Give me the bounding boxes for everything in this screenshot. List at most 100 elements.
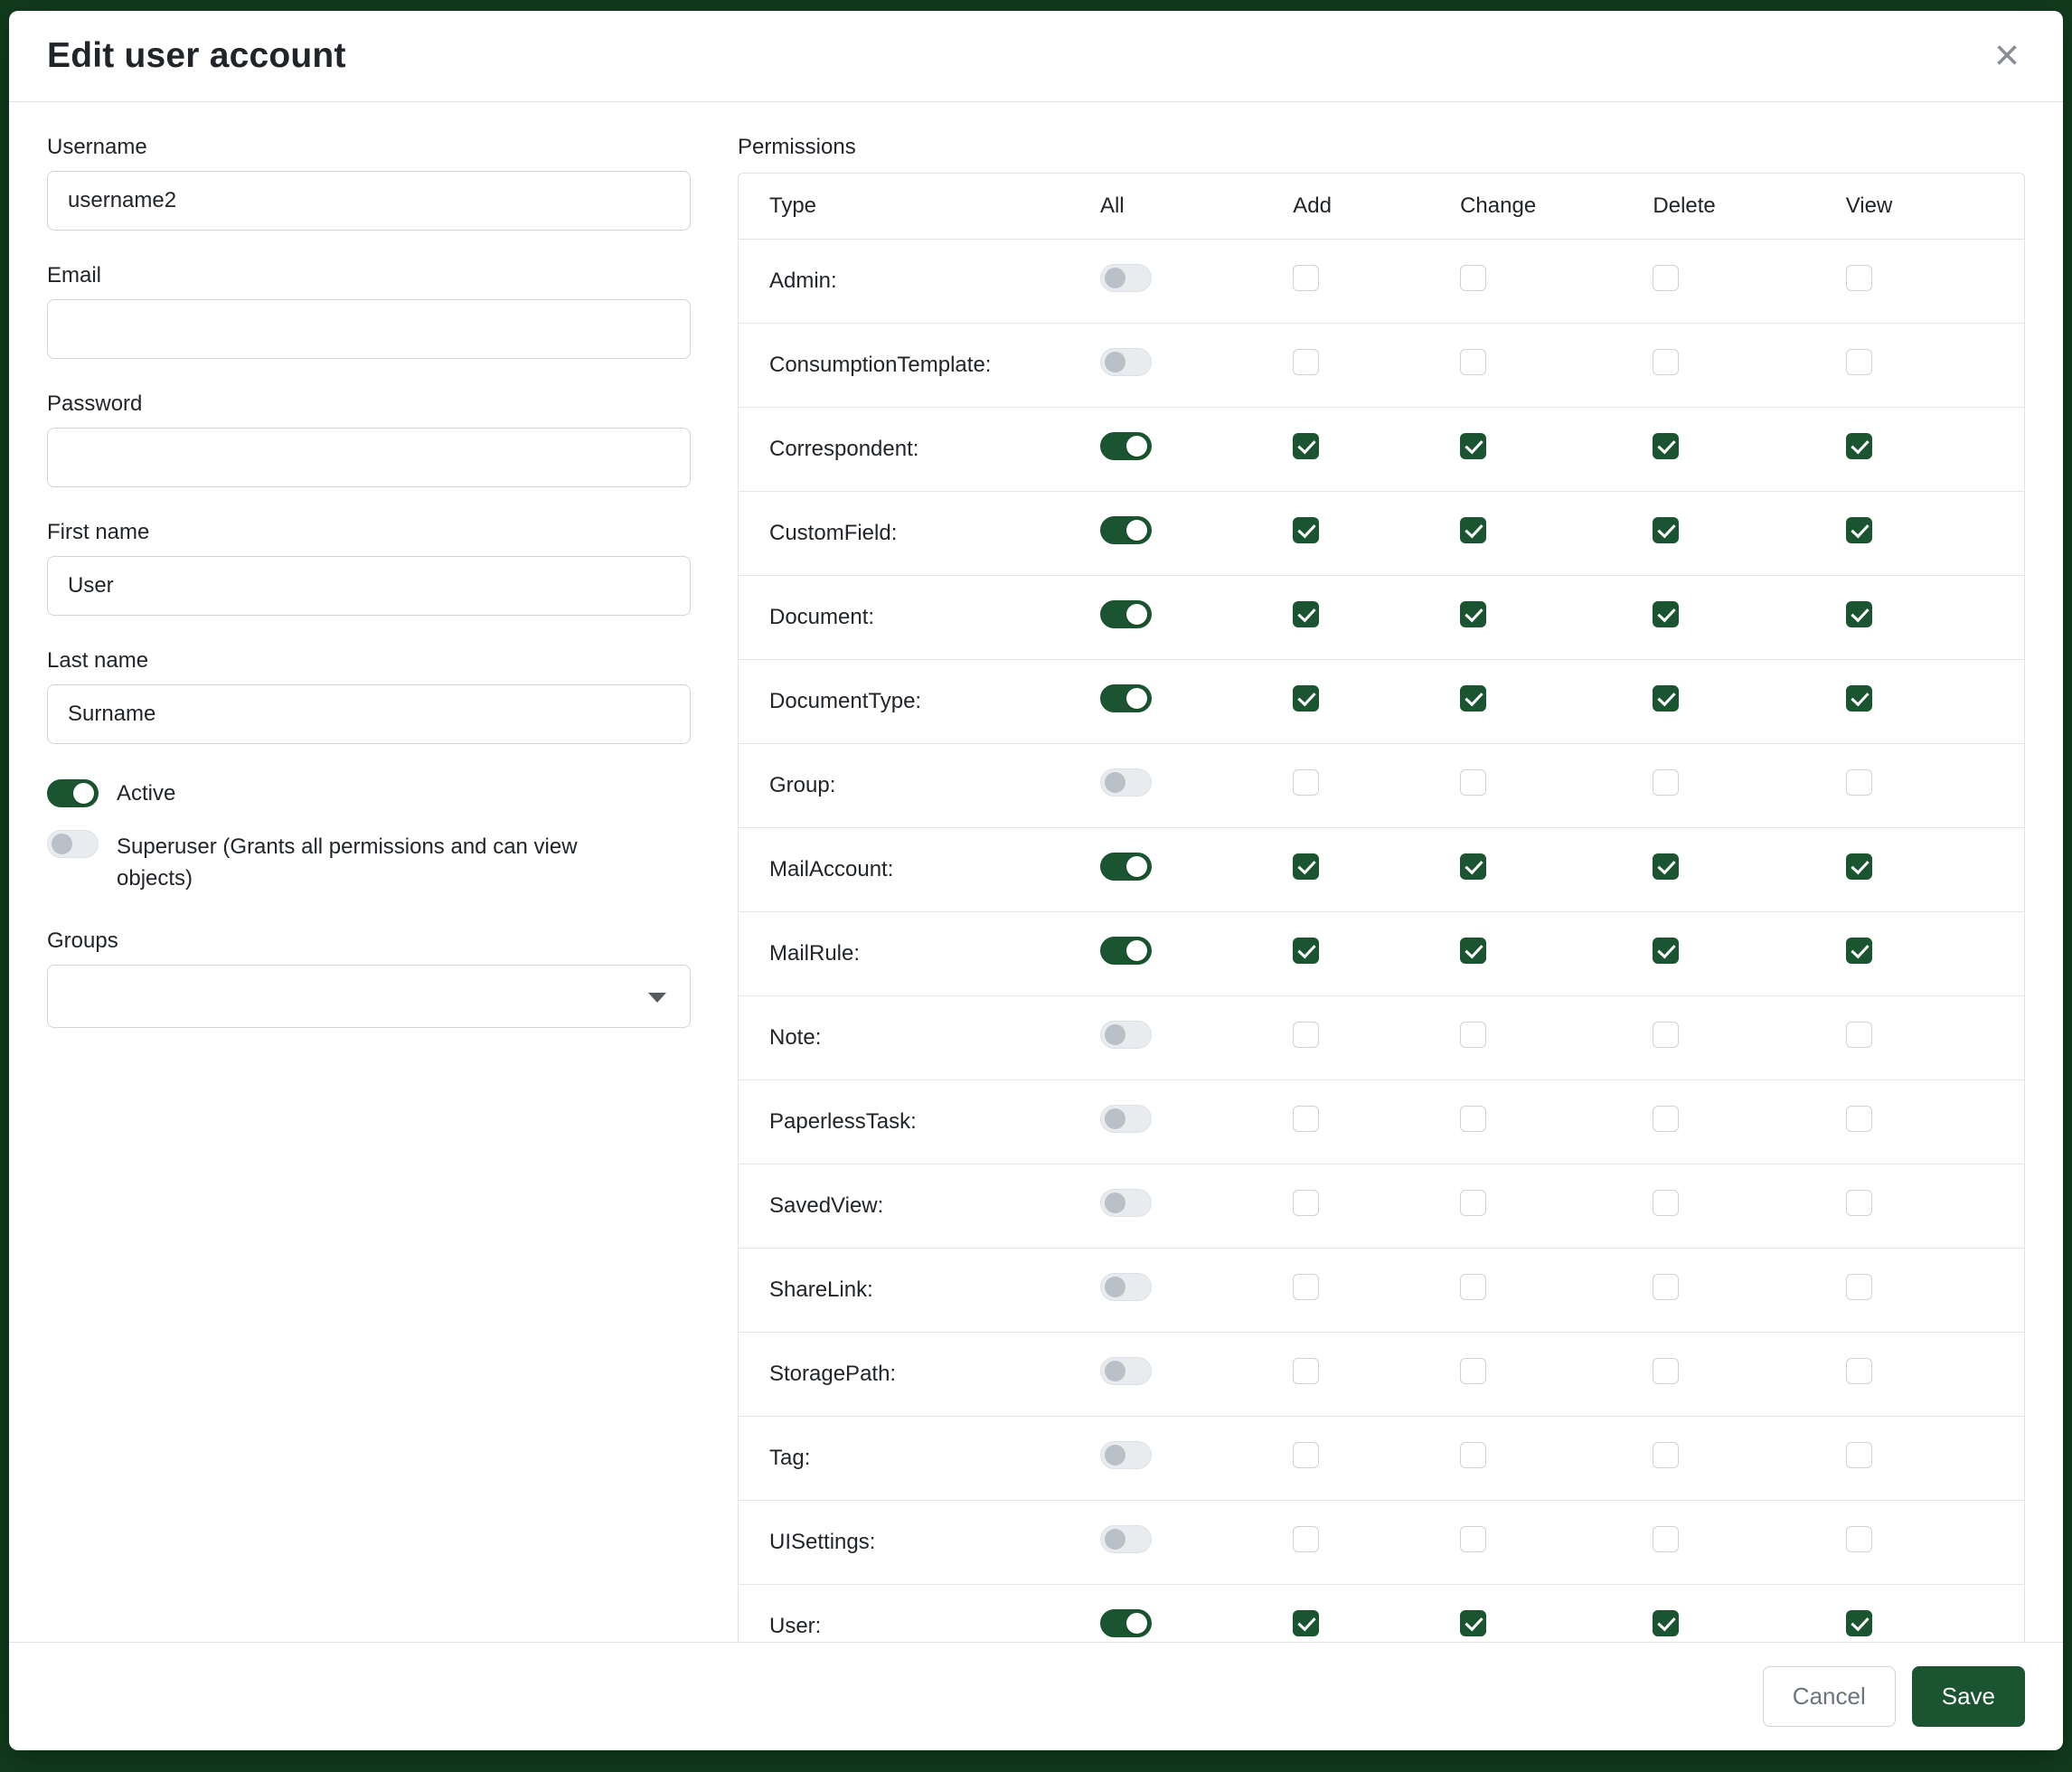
permission-all-toggle[interactable] (1100, 853, 1152, 881)
permission-change-checkbox[interactable] (1460, 1610, 1486, 1636)
permission-all-toggle[interactable] (1100, 264, 1152, 292)
permission-all-toggle[interactable] (1100, 348, 1152, 376)
permission-change-checkbox[interactable] (1460, 938, 1486, 964)
permission-row: Admin: (739, 240, 2024, 324)
permission-view-checkbox[interactable] (1846, 265, 1872, 291)
permission-view-checkbox[interactable] (1846, 769, 1872, 796)
permission-delete-checkbox[interactable] (1653, 1022, 1679, 1048)
groups-select[interactable] (47, 965, 691, 1028)
permission-change-checkbox[interactable] (1460, 1022, 1486, 1048)
permission-change-checkbox[interactable] (1460, 433, 1486, 459)
permission-change-checkbox[interactable] (1460, 1526, 1486, 1552)
permission-all-toggle[interactable] (1100, 1609, 1152, 1637)
permission-delete-checkbox[interactable] (1653, 1358, 1679, 1384)
permission-change-checkbox[interactable] (1460, 685, 1486, 712)
permission-add-checkbox[interactable] (1293, 433, 1319, 459)
permission-all-toggle[interactable] (1100, 1105, 1152, 1133)
permission-delete-checkbox[interactable] (1653, 1526, 1679, 1552)
permission-delete-checkbox[interactable] (1653, 1106, 1679, 1132)
permission-delete-checkbox[interactable] (1653, 938, 1679, 964)
permission-add-checkbox[interactable] (1293, 1442, 1319, 1468)
permission-change-checkbox[interactable] (1460, 1274, 1486, 1300)
password-field[interactable] (47, 428, 691, 487)
permission-delete-checkbox[interactable] (1653, 769, 1679, 796)
permission-view-checkbox[interactable] (1846, 1274, 1872, 1300)
permission-delete-checkbox[interactable] (1653, 1610, 1679, 1636)
save-button[interactable]: Save (1912, 1666, 2025, 1727)
permission-change-checkbox[interactable] (1460, 349, 1486, 375)
permission-add-checkbox[interactable] (1293, 1022, 1319, 1048)
permission-add-checkbox[interactable] (1293, 938, 1319, 964)
permission-change-checkbox[interactable] (1460, 769, 1486, 796)
permission-all-toggle[interactable] (1100, 1189, 1152, 1217)
permission-change-checkbox[interactable] (1460, 1190, 1486, 1216)
permission-add-checkbox[interactable] (1293, 349, 1319, 375)
permission-add-checkbox[interactable] (1293, 1274, 1319, 1300)
first-name-field[interactable] (47, 556, 691, 616)
permission-add-checkbox[interactable] (1293, 685, 1319, 712)
permission-change-checkbox[interactable] (1460, 265, 1486, 291)
groups-field-group: Groups (47, 928, 691, 1028)
permission-view-checkbox[interactable] (1846, 1526, 1872, 1552)
permission-delete-checkbox[interactable] (1653, 433, 1679, 459)
permission-view-checkbox[interactable] (1846, 1106, 1872, 1132)
permission-delete-checkbox[interactable] (1653, 1442, 1679, 1468)
permission-view-checkbox[interactable] (1846, 1190, 1872, 1216)
permission-all-toggle[interactable] (1100, 768, 1152, 796)
permission-delete-checkbox[interactable] (1653, 517, 1679, 543)
permission-add-checkbox[interactable] (1293, 1106, 1319, 1132)
permission-view-checkbox[interactable] (1846, 433, 1872, 459)
permission-change-checkbox[interactable] (1460, 1358, 1486, 1384)
permission-all-toggle[interactable] (1100, 600, 1152, 628)
permission-view-checkbox[interactable] (1846, 1442, 1872, 1468)
permission-view-checkbox[interactable] (1846, 853, 1872, 880)
permission-all-toggle[interactable] (1100, 1357, 1152, 1385)
superuser-toggle[interactable] (47, 830, 99, 858)
permission-all-toggle[interactable] (1100, 1273, 1152, 1301)
permission-view-checkbox[interactable] (1846, 517, 1872, 543)
permission-delete-checkbox[interactable] (1653, 265, 1679, 291)
permission-change-checkbox[interactable] (1460, 517, 1486, 543)
permission-view-checkbox[interactable] (1846, 601, 1872, 627)
permission-add-checkbox[interactable] (1293, 1526, 1319, 1552)
permission-all-toggle[interactable] (1100, 1021, 1152, 1049)
permission-view-checkbox[interactable] (1846, 349, 1872, 375)
permission-delete-checkbox[interactable] (1653, 685, 1679, 712)
permission-view-checkbox[interactable] (1846, 938, 1872, 964)
permission-view-checkbox[interactable] (1846, 1358, 1872, 1384)
permission-delete-checkbox[interactable] (1653, 853, 1679, 880)
permission-all-toggle[interactable] (1100, 1441, 1152, 1469)
cancel-button[interactable]: Cancel (1763, 1666, 1896, 1727)
permission-view-checkbox[interactable] (1846, 1022, 1872, 1048)
permission-change-checkbox[interactable] (1460, 1106, 1486, 1132)
permission-delete-checkbox[interactable] (1653, 349, 1679, 375)
permission-delete-checkbox[interactable] (1653, 1190, 1679, 1216)
permission-change-checkbox[interactable] (1460, 601, 1486, 627)
last-name-field[interactable] (47, 684, 691, 744)
permission-add-checkbox[interactable] (1293, 853, 1319, 880)
permission-all-toggle[interactable] (1100, 432, 1152, 460)
permission-change-checkbox[interactable] (1460, 853, 1486, 880)
active-toggle[interactable] (47, 779, 99, 807)
permission-delete-checkbox[interactable] (1653, 1274, 1679, 1300)
permission-add-checkbox[interactable] (1293, 517, 1319, 543)
permissions-label: Permissions (738, 135, 2025, 160)
permission-all-toggle[interactable] (1100, 1525, 1152, 1553)
permission-all-toggle[interactable] (1100, 937, 1152, 965)
username-input[interactable] (47, 171, 691, 231)
permission-add-checkbox[interactable] (1293, 1358, 1319, 1384)
permission-all-toggle[interactable] (1100, 684, 1152, 712)
email-field[interactable] (47, 299, 691, 359)
close-icon[interactable]: × (1989, 34, 2025, 78)
permission-add-checkbox[interactable] (1293, 265, 1319, 291)
permission-view-checkbox[interactable] (1846, 685, 1872, 712)
permission-add-checkbox[interactable] (1293, 1610, 1319, 1636)
permission-delete-checkbox[interactable] (1653, 601, 1679, 627)
permission-view-checkbox[interactable] (1846, 1610, 1872, 1636)
permission-all-toggle[interactable] (1100, 516, 1152, 544)
permission-add-checkbox[interactable] (1293, 601, 1319, 627)
permission-change-checkbox[interactable] (1460, 1442, 1486, 1468)
first-name-label: First name (47, 520, 691, 545)
permission-add-checkbox[interactable] (1293, 769, 1319, 796)
permission-add-checkbox[interactable] (1293, 1190, 1319, 1216)
